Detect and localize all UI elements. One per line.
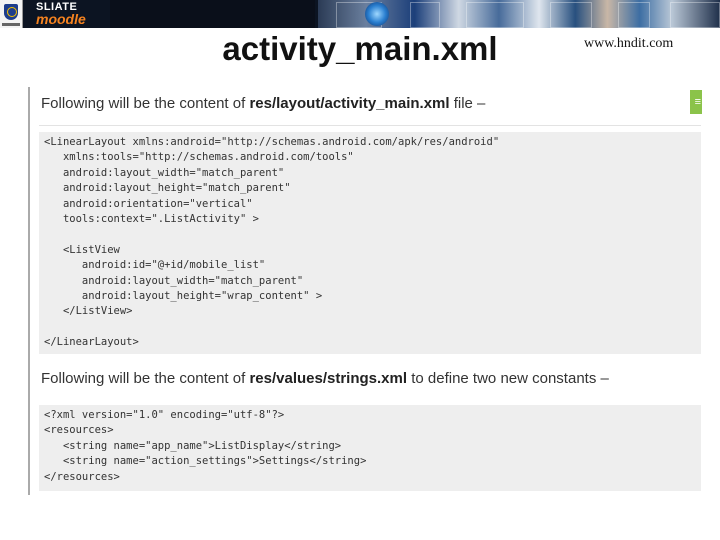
institution-logo — [0, 0, 23, 28]
code-line: </resources> — [44, 470, 120, 483]
photo-tile — [618, 2, 650, 28]
intro-suffix: file – — [449, 95, 486, 112]
code-line: android:layout_height="wrap_content" > — [44, 290, 323, 303]
photo-tile — [670, 2, 720, 28]
brand-logo: SLIATE moodle — [36, 1, 106, 27]
brand-name-line2: moodle — [36, 11, 86, 27]
photo-tile — [550, 2, 592, 28]
photo-tile — [466, 2, 524, 28]
code-line: android:layout_width="match_parent" — [44, 166, 285, 179]
logo-base — [2, 23, 20, 26]
globe-icon — [365, 2, 389, 26]
crest-icon — [4, 4, 18, 20]
screenshot-left-border — [28, 87, 30, 495]
code-line: </ListView> — [44, 305, 133, 318]
slide-title: activity_main.xml — [222, 30, 498, 67]
code-line: <ListView — [44, 243, 120, 256]
intro-suffix: to define two new constants – — [407, 370, 609, 387]
code-line: android:id="@+id/mobile_list" — [44, 259, 266, 272]
code-line: <LinearLayout xmlns:android="http://sche… — [44, 136, 500, 148]
code-block-activity-main: <LinearLayout xmlns:android="http://sche… — [39, 132, 701, 354]
intro-paragraph-strings: Following will be the content of res/val… — [41, 370, 609, 387]
site-url: www.hndit.com — [584, 36, 674, 51]
banner-dark-area — [110, 0, 315, 28]
intro-text: Following will be the content of — [41, 370, 250, 387]
header-banner: SLIATE moodle — [0, 0, 720, 28]
code-line: <?xml version="1.0" encoding="utf-8"?> — [44, 409, 285, 421]
code-block-strings-xml: <?xml version="1.0" encoding="utf-8"?> <r… — [39, 405, 701, 491]
code-line: </LinearLayout> — [44, 336, 139, 349]
intro-text: Following will be the content of — [41, 95, 250, 112]
code-line: <resources> — [44, 424, 114, 437]
code-line: <string name="action_settings">Settings<… — [44, 455, 367, 468]
file-path-layout: res/layout/activity_main.xml — [249, 95, 450, 112]
code-line: tools:context=".ListActivity" > — [44, 213, 259, 226]
code-line: android:layout_width="match_parent" — [44, 274, 304, 287]
divider — [39, 125, 701, 126]
code-line: android:orientation="vertical" — [44, 197, 253, 210]
file-path-strings: res/values/strings.xml — [249, 370, 408, 387]
intro-paragraph-layout: Following will be the content of res/lay… — [41, 95, 485, 112]
tutorial-screenshot: ≡ Following will be the content of res/l… — [31, 87, 702, 493]
code-line: android:layout_height="match_parent" — [44, 182, 291, 195]
photo-tile — [410, 2, 440, 28]
code-line: xmlns:tools="http://schemas.android.com/… — [44, 151, 354, 164]
code-line: <string name="app_name">ListDisplay</str… — [44, 439, 342, 452]
menu-icon: ≡ — [690, 90, 702, 114]
